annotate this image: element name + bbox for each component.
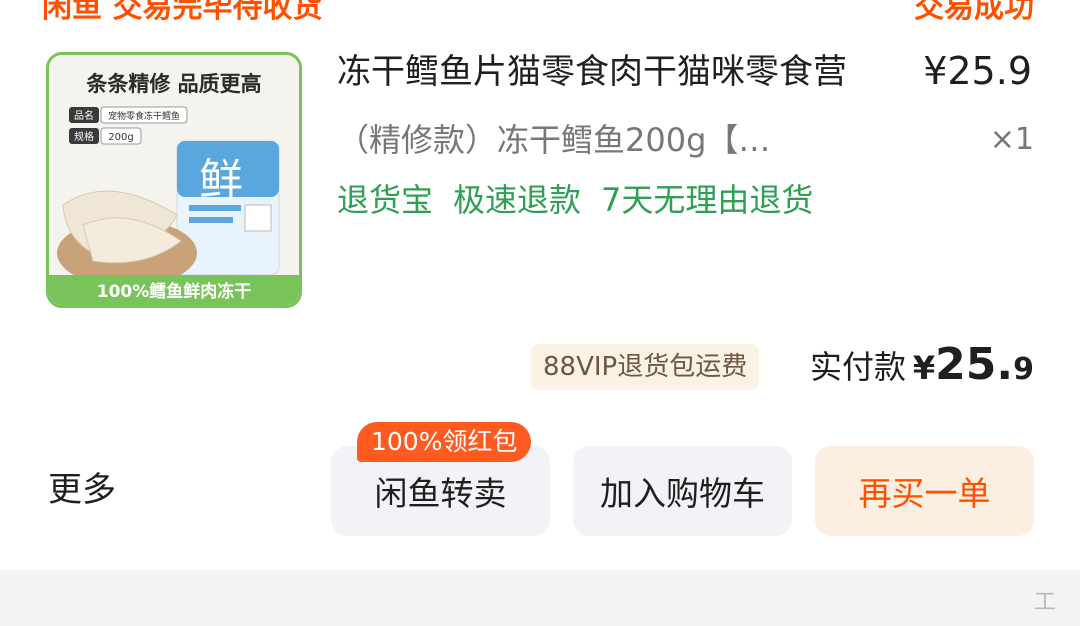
product-spec: （精修款）冻干鳕鱼200g【… — [337, 121, 771, 159]
product-thumbnail[interactable]: 条条精修 品质更高 品名 宠物零食冻干鳕鱼 规格 200g 鲜 100%鳕鱼鲜肉… — [46, 52, 302, 308]
order-status-text: 闲鱼 交易完毕待收货 — [42, 0, 323, 25]
service-tags: 退货宝 极速退款 7天无理由退货 — [337, 178, 813, 222]
image-footer-text: 100%鳕鱼鲜肉冻干 — [97, 281, 252, 302]
footer-divider-band: 工 — [0, 570, 1080, 626]
service-tag-7day-return: 7天无理由退货 — [601, 181, 814, 219]
service-tag-return-insurance: 退货宝 — [337, 181, 434, 219]
product-title[interactable]: 冻干鳕鱼片猫零食肉干猫咪零食营 — [337, 50, 897, 94]
order-header-strip: 闲鱼 交易完毕待收货 交易成功 — [0, 0, 1080, 25]
image-spec-value: 200g — [108, 132, 133, 143]
xianyu-resell-label: 闲鱼转卖 — [374, 474, 507, 513]
paid-amount: ¥25.9 — [913, 338, 1034, 401]
order-result-text: 交易成功 — [914, 0, 1034, 25]
watermark-text: 工 — [1033, 590, 1058, 615]
red-packet-promo-badge: 100%领红包 — [357, 422, 532, 462]
image-bag-char: 鲜 — [199, 155, 243, 206]
image-spec-label: 规格 — [74, 130, 94, 143]
image-name-value: 宠物零食冻干鳕鱼 — [108, 110, 180, 122]
image-name-label: 品名 — [74, 109, 94, 122]
currency-symbol: ¥ — [912, 349, 936, 387]
paid-integer: 25. — [935, 339, 1014, 390]
service-tag-fast-refund: 极速退款 — [453, 181, 582, 219]
product-image: 条条精修 品质更高 品名 宠物零食冻干鳕鱼 规格 200g 鲜 100%鳕鱼鲜肉… — [49, 55, 299, 305]
image-banner-text: 条条精修 品质更高 — [86, 72, 261, 96]
add-to-cart-label: 加入购物车 — [600, 474, 765, 513]
add-to-cart-button[interactable]: 加入购物车 — [573, 446, 792, 536]
paid-decimal: 9 — [1013, 352, 1034, 387]
buy-again-label: 再买一单 — [858, 474, 991, 513]
buy-again-button[interactable]: 再买一单 — [815, 446, 1034, 536]
paid-amount-label: 实付款 — [810, 348, 907, 386]
product-price: ¥25.9 — [923, 49, 1032, 93]
vip-return-shipping-badge: 88VIP退货包运费 — [531, 344, 760, 390]
more-button[interactable]: 更多 — [48, 466, 116, 514]
product-quantity: ×1 — [989, 122, 1034, 157]
